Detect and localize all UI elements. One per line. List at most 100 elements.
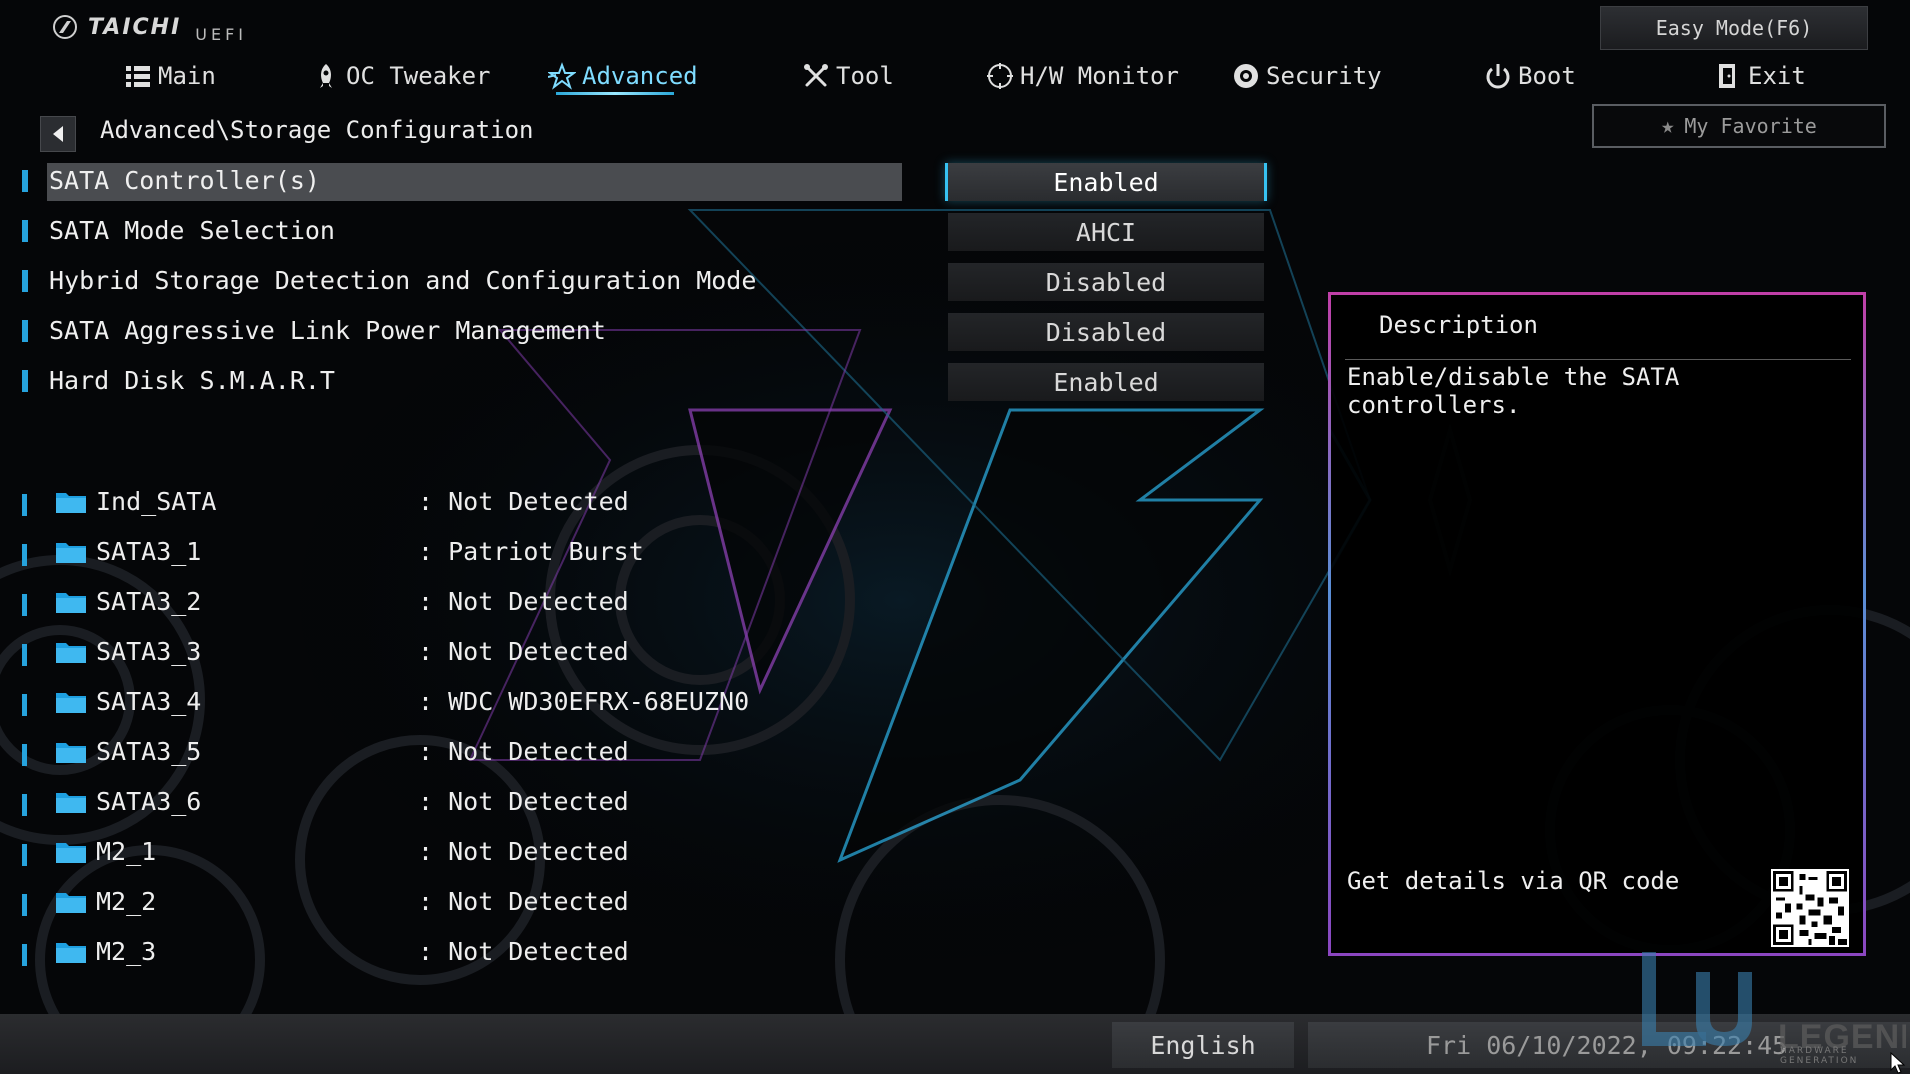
drive-row[interactable]: SATA3_5: Not Detected [0, 732, 900, 772]
tab-boot[interactable]: Boot [1484, 58, 1576, 94]
drive-status: : Patriot Burst [418, 537, 644, 566]
drive-row[interactable]: M2_2 : Not Detected [0, 882, 900, 922]
tab-tool-label: Tool [836, 62, 894, 90]
setting-label: SATA Mode Selection [49, 216, 335, 245]
tab-oc-tweaker[interactable]: OC Tweaker [312, 58, 491, 94]
row-marker [22, 370, 28, 392]
qr-caption: Get details via QR code [1347, 867, 1680, 895]
setting-row-smart[interactable]: Hard Disk S.M.A.R.T Enabled [0, 361, 1280, 401]
drive-row[interactable]: SATA3_2 : Not Detected [0, 582, 900, 622]
folder-icon [56, 643, 86, 663]
drive-status: : Not Detected [418, 937, 629, 966]
monitor-icon [987, 63, 1013, 89]
row-marker [22, 944, 27, 966]
brand-name: TAICHI [88, 15, 182, 40]
breadcrumb: Advanced\Storage Configuration [100, 116, 534, 144]
footer-bar: English Fri 06/10/2022, 09:22:45 [0, 1014, 1910, 1074]
row-marker [22, 744, 27, 766]
easy-mode-button[interactable]: Easy Mode(F6) [1600, 6, 1868, 50]
drive-port: Ind_SATA [96, 487, 217, 516]
tab-security[interactable]: Security [1232, 58, 1382, 94]
row-marker [22, 494, 27, 516]
folder-icon [56, 543, 86, 563]
folder-icon [56, 943, 86, 963]
folder-icon [56, 743, 86, 763]
drive-port: SATA3_6 [96, 787, 202, 816]
tab-exit[interactable]: Exit [1714, 58, 1806, 94]
shield-icon [1234, 64, 1258, 88]
tab-advanced[interactable]: Advanced [548, 58, 698, 94]
drive-port: M2_3 [96, 937, 157, 966]
drive-status: : Not Detected [418, 737, 629, 766]
tab-oc-tweaker-label: OC Tweaker [346, 62, 491, 90]
tab-hw-monitor[interactable]: H/W Monitor [986, 58, 1179, 94]
my-favorite-button[interactable]: ★ My Favorite [1592, 104, 1886, 148]
qr-code[interactable] [1771, 869, 1849, 947]
drive-status: : Not Detected [418, 587, 629, 616]
setting-row-sata-controllers[interactable]: SATA Controller(s) Enabled [0, 161, 1280, 201]
drive-status: : Not Detected [418, 837, 629, 866]
tab-main[interactable]: Main [124, 58, 216, 94]
setting-value-button[interactable]: AHCI [948, 213, 1264, 251]
tab-main-label: Main [158, 62, 216, 90]
mouse-cursor-icon [1890, 1052, 1906, 1074]
drive-status: : Not Detected [418, 637, 629, 666]
tools-icon [804, 64, 828, 87]
setting-value-button[interactable]: Enabled [945, 163, 1267, 201]
row-marker [22, 594, 27, 616]
drive-row[interactable]: SATA3_6 : Not Detected [0, 782, 900, 822]
active-tab-underline [556, 92, 674, 95]
folder-icon [56, 893, 86, 913]
brand-sub: UEFI [195, 25, 248, 44]
drive-row[interactable]: M2_1 : Not Detected [0, 832, 900, 872]
drive-status: : Not Detected [418, 787, 629, 816]
setting-row-sata-mode[interactable]: SATA Mode Selection AHCI [0, 211, 1280, 251]
drive-row[interactable]: SATA3_3 : Not Detected [0, 632, 900, 672]
tab-advanced-label: Advanced [582, 62, 698, 90]
tab-exit-label: Exit [1748, 62, 1806, 90]
row-marker [22, 170, 28, 192]
star-icon [548, 62, 576, 90]
drive-status: : Not Detected [418, 887, 629, 916]
exit-door-icon [1719, 64, 1735, 88]
row-marker [22, 320, 28, 342]
folder-icon [56, 843, 86, 863]
setting-label: Hybrid Storage Detection and Configurati… [49, 266, 757, 295]
folder-icon [56, 693, 86, 713]
drive-port: SATA3_3 [96, 637, 202, 666]
language-button[interactable]: English [1112, 1022, 1294, 1068]
tab-security-label: Security [1266, 62, 1382, 90]
setting-value-button[interactable]: Disabled [948, 313, 1264, 351]
drive-status: : WDC WD30EFRX-68EUZN0 [418, 687, 750, 716]
setting-row-hybrid-storage[interactable]: Hybrid Storage Detection and Configurati… [0, 261, 1280, 301]
row-marker [22, 894, 27, 916]
taichi-logo-icon [53, 15, 77, 39]
row-marker [22, 794, 27, 816]
row-marker [22, 220, 28, 242]
back-button[interactable] [40, 116, 76, 152]
drive-row[interactable]: SATA3_4: WDC WD30EFRX-68EUZN0 [0, 682, 900, 722]
power-icon [1486, 64, 1510, 89]
drive-row[interactable]: M2_3 : Not Detected [0, 932, 900, 972]
row-marker [22, 844, 27, 866]
drive-port: SATA3_2 [96, 587, 202, 616]
tab-tool[interactable]: Tool [802, 58, 894, 94]
drive-port: M2_1 [96, 837, 157, 866]
drive-row[interactable]: SATA3_1: Patriot Burst [0, 532, 900, 572]
setting-row-sata-alpm[interactable]: SATA Aggressive Link Power Management Di… [0, 311, 1280, 351]
folder-icon [56, 593, 86, 613]
drive-port: M2_2 [96, 887, 157, 916]
setting-label: Hard Disk S.M.A.R.T [49, 366, 335, 395]
drive-status: : Not Detected [418, 487, 629, 516]
drive-row[interactable]: Ind_SATA : Not Detected [0, 482, 900, 522]
list-icon [126, 66, 150, 87]
row-marker [22, 544, 27, 566]
setting-value-button[interactable]: Disabled [948, 263, 1264, 301]
qr-code-icon [1773, 871, 1847, 945]
description-panel: Description Enable/disable the SATA cont… [1328, 292, 1866, 956]
setting-label: SATA Controller(s) [49, 166, 320, 195]
my-favorite-label: My Favorite [1684, 114, 1817, 138]
row-marker [22, 270, 28, 292]
divider [1345, 359, 1851, 360]
setting-value-button[interactable]: Enabled [948, 363, 1264, 401]
